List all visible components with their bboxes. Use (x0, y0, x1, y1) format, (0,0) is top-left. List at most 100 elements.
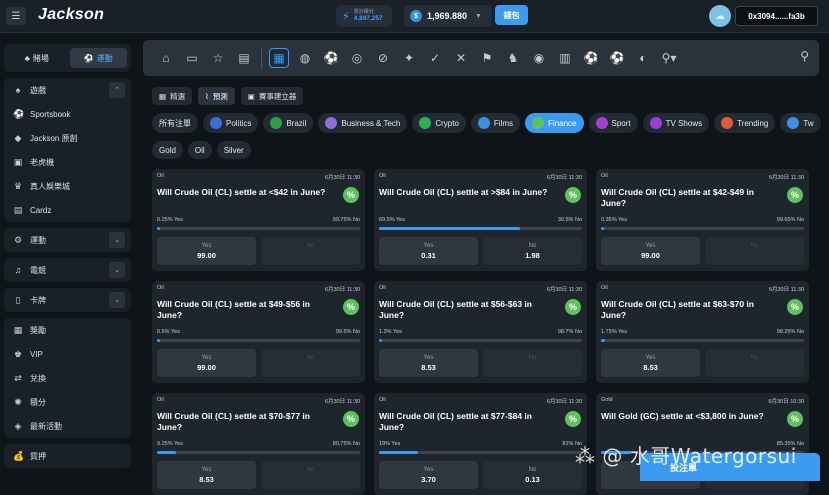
category-tab[interactable]: Trending (714, 113, 776, 133)
sidebar-item-points[interactable]: ✺ 積分 (4, 390, 131, 414)
predict-button[interactable]: ⌇ 預測 (198, 87, 235, 105)
featured-button[interactable]: ▦ 精選 (152, 87, 193, 105)
chevron-down-icon[interactable]: ⌄ (109, 262, 125, 278)
event-builder-button[interactable]: ▣ 賽事建立器 (240, 87, 304, 105)
racing-flag-icon[interactable]: ⚑ (474, 48, 500, 68)
sidebar-item-esports[interactable]: ♫ 電競 ⌄ (4, 258, 131, 282)
market-card[interactable]: Oil 6月30日 11:30 Will Crude Oil (CL) settle… (152, 393, 365, 495)
yes-button[interactable]: Yes 0.31 (379, 237, 478, 265)
chevron-up-icon[interactable]: ⌃ (109, 82, 125, 98)
sidebar-item-sports[interactable]: ⚙ 運動 ⌄ (4, 228, 131, 252)
search-icon[interactable]: ⚲ (800, 49, 809, 63)
live-icon[interactable]: ▭ (179, 48, 205, 68)
sidebar-item-cards[interactable]: ♠ 遊戲 ⌃ (4, 78, 131, 102)
yes-button[interactable]: Yes 8.53 (379, 349, 478, 377)
volleyball-icon[interactable]: ✓ (422, 48, 448, 68)
probability-fill (157, 339, 161, 342)
baseball-icon[interactable]: ◐ (630, 48, 656, 68)
penalty-icon[interactable]: ⚽ (604, 48, 630, 68)
category-tab[interactable]: Films (470, 113, 521, 133)
category-tab[interactable]: Politics (203, 113, 259, 133)
table-tennis-icon[interactable]: ▥ (552, 48, 578, 68)
tennis-icon[interactable]: ⊘ (370, 48, 396, 68)
no-button[interactable]: No 1.98 (483, 237, 582, 265)
sidebar-item-cardz[interactable]: ▤ Cardz (4, 198, 131, 222)
yes-button[interactable]: Yes 3.70 (379, 461, 478, 489)
sidebar-item-rewards[interactable]: ▦ 獎勵 (4, 318, 131, 342)
yes-button[interactable]: Yes 99.00 (157, 237, 256, 265)
sidebar-item-redeem[interactable]: ⇄ 兌換 (4, 366, 131, 390)
market-tag: Oil (601, 285, 608, 291)
cricket-icon[interactable]: ✦ (396, 48, 422, 68)
market-card[interactable]: Oil 6月30日 11:30 Will Crude Oil (CL) settle… (374, 169, 587, 271)
home-icon[interactable]: ⌂ (153, 48, 179, 68)
category-tab[interactable]: Sport (588, 113, 638, 133)
no-button[interactable]: No - (705, 237, 804, 265)
avatar[interactable]: ☁ (709, 5, 731, 27)
category-tab[interactable]: Crypto (412, 113, 466, 133)
prediction-icon[interactable]: ▦ (269, 48, 289, 68)
subcategory-tab[interactable]: Oil (187, 141, 212, 159)
probability-fill (379, 339, 383, 342)
world-cup-icon[interactable]: ⚽ (318, 48, 344, 68)
logo[interactable]: Jackson (38, 6, 104, 24)
no-button[interactable]: No - (261, 237, 360, 265)
sidebar-item-cards[interactable]: ▯ 卡牌 ⌄ (4, 288, 131, 312)
category-tab[interactable]: Business & Tech (318, 113, 408, 133)
wallet-address[interactable]: 0x3094......fa3b (735, 6, 818, 26)
category-tab[interactable]: TV Shows (642, 113, 710, 133)
sidebar-item-slots[interactable]: ▣ 老虎機 (4, 150, 131, 174)
subcategory-tab[interactable]: Gold (152, 141, 183, 159)
market-card[interactable]: Oil 6月30日 11:30 Will Crude Oil (CL) settle… (152, 169, 365, 271)
horse-racing-icon[interactable]: ♞ (500, 48, 526, 68)
subcategory-tab[interactable]: Silver (216, 141, 251, 159)
tab-casino[interactable]: ♣ 賭場 (8, 48, 66, 68)
market-card[interactable]: Oil 6月30日 11:30 Will Crude Oil (CL) settle… (596, 281, 809, 383)
no-percentage: 30.5% No (557, 217, 582, 223)
rugby-icon[interactable]: ◉ (526, 48, 552, 68)
market-card[interactable]: Oil 6月30日 11:30 Will Crude Oil (CL) settle… (374, 281, 587, 383)
tab-sports[interactable]: ⚽ 運動 (69, 48, 127, 68)
betslip-history-icon[interactable]: ▤ (231, 48, 257, 68)
sidebar-item-sportsbook[interactable]: ⚽ Sportsbook (4, 102, 131, 126)
badminton-icon[interactable]: ✕ (448, 48, 474, 68)
sidebar-item-jackson-original[interactable]: ◆ Jackson 原創 (4, 126, 131, 150)
menu-toggle-icon[interactable]: ☰ (6, 7, 26, 25)
favorite-star-icon[interactable]: ☆ (205, 48, 231, 68)
category-label: Business & Tech (341, 118, 401, 128)
more-sports-icon[interactable]: ⚲▾ (656, 48, 682, 68)
no-button[interactable]: No - (261, 349, 360, 377)
balance-selector[interactable]: $ 1,969.880 ▼ (404, 5, 492, 27)
category-tab[interactable]: Finance (525, 113, 584, 133)
market-card[interactable]: Oil 6月30日 11:30 Will Crude Oil (CL) settle… (152, 281, 365, 383)
sidebar-item-vip[interactable]: ♚ VIP (4, 342, 131, 366)
yes-button[interactable]: Yes 99.00 (157, 349, 256, 377)
market-tag: Oil (379, 397, 386, 403)
yes-button[interactable]: Yes 8.53 (601, 349, 700, 377)
yes-button[interactable]: Yes 8.53 (157, 461, 256, 489)
market-card[interactable]: Oil 6月30日 11:30 Will Crude Oil (CL) settle… (596, 169, 809, 271)
sidebar-item-events[interactable]: ◈ 最新活動 (4, 414, 131, 438)
category-tab[interactable]: 所有注單 (152, 113, 198, 133)
no-button[interactable]: No - (261, 461, 360, 489)
category-tab[interactable]: Tw (780, 113, 821, 133)
sidebar-item-live-casino[interactable]: ♛ 真人娛樂城 (4, 174, 131, 198)
globe-icon[interactable]: ◍ (292, 48, 318, 68)
no-button[interactable]: No 0.13 (483, 461, 582, 489)
basketball-icon[interactable]: ◎ (344, 48, 370, 68)
yes-button[interactable]: Yes 99.00 (601, 237, 700, 265)
no-button[interactable]: No - (705, 349, 804, 377)
market-date: 6月30日 11:30 (324, 399, 360, 405)
wallet-button[interactable]: 錢包 (495, 5, 528, 25)
efootball-icon[interactable]: ⚽ (578, 48, 604, 68)
chevron-down-icon[interactable]: ⌄ (109, 292, 125, 308)
category-tab[interactable]: Brazil (263, 113, 314, 133)
sidebar-item-pledge[interactable]: 💰 質押 (4, 444, 131, 468)
market-card[interactable]: Oil 6月30日 11:30 Will Crude Oil (CL) settle… (374, 393, 587, 495)
cardz-icon: ▤ (13, 204, 23, 215)
rewards-icon: ▦ (13, 324, 23, 335)
chevron-down-icon[interactable]: ⌄ (109, 232, 125, 248)
no-odds: - (309, 362, 312, 372)
no-button[interactable]: No - (483, 349, 582, 377)
points-stat[interactable]: ⚡ 累計積分 4,897,257 (336, 5, 392, 27)
